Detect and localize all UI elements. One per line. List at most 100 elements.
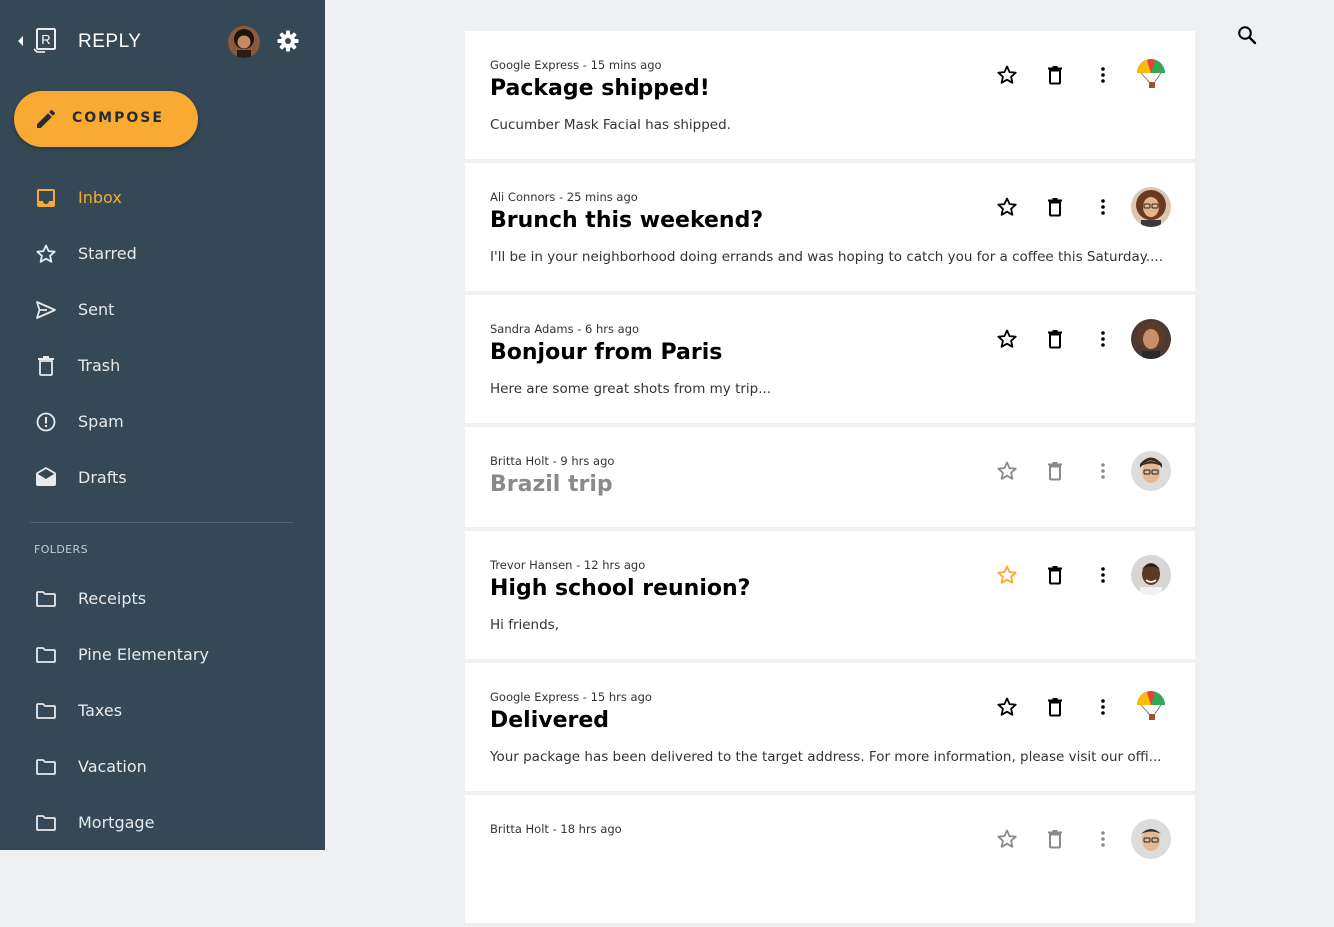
send-icon [36, 301, 56, 319]
folder-icon [36, 815, 56, 831]
email-list: Google Express - 15 mins ago Package shi… [465, 31, 1195, 927]
star-icon[interactable] [995, 327, 1019, 351]
email-preview: Your package has been delivered to the t… [490, 749, 1162, 765]
nav-item-sent[interactable]: Sent [0, 282, 325, 338]
email-preview: Cucumber Mask Facial has shipped. [490, 117, 731, 133]
nav-label: Starred [78, 244, 137, 263]
star-icon[interactable] [995, 459, 1019, 483]
star-icon [36, 244, 56, 263]
nav-label: Sent [78, 300, 115, 319]
trash-icon [38, 356, 54, 376]
inbox-icon [37, 189, 55, 207]
folders-heading: FOLDERS [34, 543, 88, 556]
folder-item-taxes[interactable]: Taxes [0, 683, 325, 739]
more-vert-icon[interactable] [1091, 195, 1115, 219]
account-avatar[interactable] [228, 26, 260, 58]
email-card[interactable]: Trevor Hansen - 12 hrs ago High school r… [465, 531, 1195, 659]
more-vert-icon[interactable] [1091, 695, 1115, 719]
star-icon[interactable] [995, 827, 1019, 851]
britta-holt-avatar [1131, 819, 1171, 859]
email-preview: Hi friends, [490, 617, 560, 633]
navigation-drawer: R REPLY COMPOSE Inbox Starred Sent Trash… [0, 0, 325, 850]
nav-item-trash[interactable]: Trash [0, 338, 325, 394]
email-subject: Delivered [490, 708, 610, 733]
nav-label: Trash [78, 356, 121, 375]
email-card[interactable]: Google Express - 15 mins ago Package shi… [465, 31, 1195, 159]
folder-item-mortgage[interactable]: Mortgage [0, 795, 325, 851]
email-card[interactable]: Google Express - 15 hrs ago Delivered Yo… [465, 663, 1195, 791]
folder-icon [36, 647, 56, 663]
ali-connors-avatar [1131, 187, 1171, 227]
spam-icon [36, 412, 56, 432]
reply-logo-icon: R [33, 28, 56, 53]
email-card[interactable]: Britta Holt - 9 hrs ago Brazil trip [465, 427, 1195, 527]
email-sender-time: Google Express - 15 hrs ago [490, 690, 652, 704]
delete-icon[interactable] [1043, 459, 1067, 483]
app-title: REPLY [78, 31, 142, 52]
delete-icon[interactable] [1043, 827, 1067, 851]
compose-button[interactable]: COMPOSE [14, 91, 198, 147]
nav-item-spam[interactable]: Spam [0, 394, 325, 450]
email-sender-time: Google Express - 15 mins ago [490, 58, 662, 72]
email-sender-time: Ali Connors - 25 mins ago [490, 190, 638, 204]
settings-gear-icon[interactable] [276, 29, 300, 53]
more-vert-icon[interactable] [1091, 327, 1115, 351]
star-icon[interactable] [995, 63, 1019, 87]
collapse-caret-icon[interactable] [16, 33, 26, 49]
folder-item-pine-elementary[interactable]: Pine Elementary [0, 627, 325, 683]
compose-label: COMPOSE [72, 110, 164, 126]
nav-item-inbox[interactable]: Inbox [0, 170, 325, 226]
more-vert-icon[interactable] [1091, 827, 1115, 851]
delete-icon[interactable] [1043, 195, 1067, 219]
folder-label: Pine Elementary [78, 645, 209, 664]
google-express-avatar [1131, 687, 1171, 727]
trevor-hansen-avatar [1131, 555, 1171, 595]
star-icon[interactable] [995, 563, 1019, 587]
google-express-avatar [1131, 55, 1171, 95]
email-subject: High school reunion? [490, 576, 751, 601]
folder-list: Receipts Pine Elementary Taxes Vacation … [0, 571, 325, 851]
email-subject: Brazil trip [490, 472, 613, 497]
email-sender-time: Trevor Hansen - 12 hrs ago [490, 558, 646, 572]
folder-label: Vacation [78, 757, 147, 776]
email-sender-time: Britta Holt - 18 hrs ago [490, 822, 622, 836]
star-icon[interactable] [995, 695, 1019, 719]
pencil-icon [37, 109, 56, 128]
folder-label: Receipts [78, 589, 147, 608]
folder-icon [36, 703, 56, 719]
delete-icon[interactable] [1043, 327, 1067, 351]
nav-label: Inbox [78, 188, 122, 207]
folder-icon [36, 759, 56, 775]
email-card[interactable]: Sandra Adams - 6 hrs ago Bonjour from Pa… [465, 295, 1195, 423]
nav-divider [30, 522, 293, 523]
nav-item-drafts[interactable]: Drafts [0, 450, 325, 506]
email-sender-time: Sandra Adams - 6 hrs ago [490, 322, 640, 336]
folder-label: Mortgage [78, 813, 155, 832]
svg-text:R: R [41, 32, 50, 47]
folder-label: Taxes [78, 701, 123, 720]
nav-item-starred[interactable]: Starred [0, 226, 325, 282]
star-icon[interactable] [995, 195, 1019, 219]
more-vert-icon[interactable] [1091, 459, 1115, 483]
search-icon[interactable] [1235, 23, 1259, 47]
email-subject: Package shipped! [490, 76, 710, 101]
mailbox-nav: Inbox Starred Sent Trash Spam Drafts [0, 170, 325, 506]
folder-item-receipts[interactable]: Receipts [0, 571, 325, 627]
delete-icon[interactable] [1043, 695, 1067, 719]
email-sender-time: Britta Holt - 9 hrs ago [490, 454, 615, 468]
drafts-icon [36, 467, 56, 486]
britta-holt-avatar [1131, 451, 1171, 491]
email-card[interactable]: Britta Holt - 18 hrs ago [465, 795, 1195, 923]
email-preview: I'll be in your neighborhood doing erran… [490, 249, 1163, 265]
email-card[interactable]: Ali Connors - 25 mins ago Brunch this we… [465, 163, 1195, 291]
delete-icon[interactable] [1043, 563, 1067, 587]
folder-item-vacation[interactable]: Vacation [0, 739, 325, 795]
email-preview: Here are some great shots from my trip..… [490, 381, 772, 397]
email-subject: Bonjour from Paris [490, 340, 723, 365]
more-vert-icon[interactable] [1091, 63, 1115, 87]
sandra-adams-avatar [1131, 319, 1171, 359]
brand-row: R REPLY [16, 24, 306, 58]
nav-label: Drafts [78, 468, 127, 487]
more-vert-icon[interactable] [1091, 563, 1115, 587]
delete-icon[interactable] [1043, 63, 1067, 87]
